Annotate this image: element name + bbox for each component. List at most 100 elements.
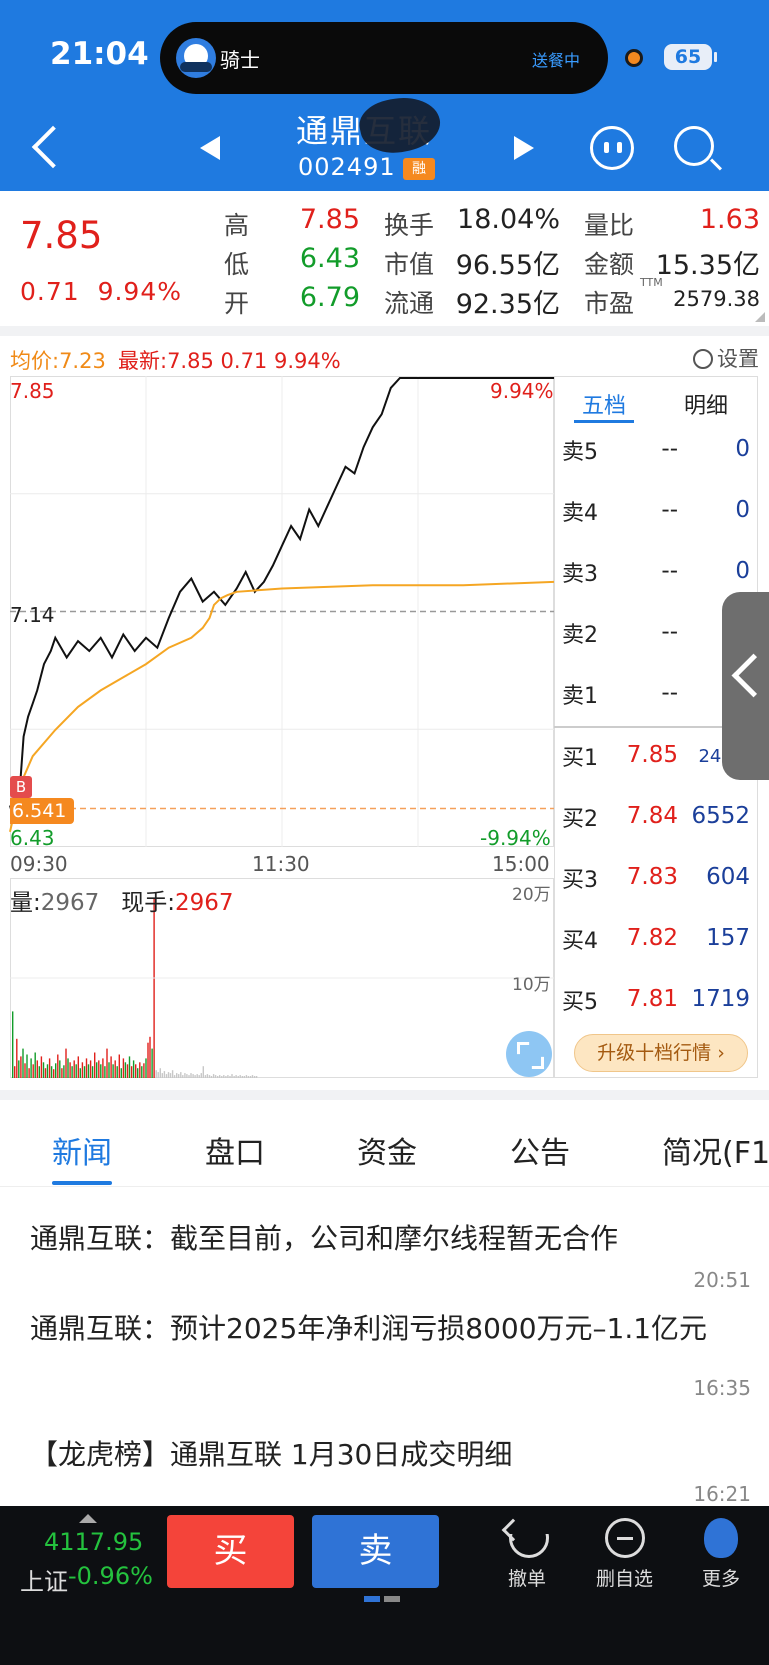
volume-bar <box>243 1076 245 1078</box>
high-label: 高 <box>224 211 250 240</box>
volume-bar <box>59 1060 61 1078</box>
tab-news[interactable]: 新闻 <box>52 1128 112 1172</box>
volume-bar <box>44 1068 47 1078</box>
buy-button[interactable]: 买 <box>167 1515 294 1588</box>
tab-announcements[interactable]: 公告 <box>510 1128 570 1172</box>
volume-bar <box>212 1074 215 1078</box>
bid-label: 买2 <box>562 807 598 832</box>
more-icon[interactable] <box>704 1518 738 1558</box>
volume-bar <box>61 1068 63 1078</box>
prev-stock-icon[interactable] <box>200 136 220 160</box>
ask-price: -- <box>661 497 678 523</box>
caret-up-icon[interactable] <box>79 1514 97 1523</box>
intraday-chart[interactable] <box>9 376 555 847</box>
volume-bar <box>63 1065 65 1078</box>
volume-bar <box>161 1073 163 1078</box>
volume-bar <box>73 1060 75 1078</box>
volume-bar <box>132 1060 135 1078</box>
upgrade-level10-button[interactable]: 升级十档行情 › <box>574 1034 748 1072</box>
tab-orderbook[interactable]: 盘口 <box>205 1128 265 1172</box>
volume-bar <box>87 1064 90 1078</box>
ask-price: -- <box>661 436 678 462</box>
bid-price: 7.84 <box>626 803 678 829</box>
volume-bar <box>210 1076 213 1078</box>
price-change: 0.71 9.94% <box>20 277 182 306</box>
open-label: 开 <box>224 289 250 318</box>
margin-badge: 融 <box>403 158 435 180</box>
volume-bar <box>182 1075 184 1078</box>
volume-bar <box>85 1058 88 1078</box>
remove-watchlist-label[interactable]: 删自选 <box>596 1564 653 1591</box>
tab-details[interactable]: 明细 <box>684 388 728 420</box>
divider <box>0 1090 769 1100</box>
undo-label[interactable]: 撤单 <box>508 1564 546 1591</box>
buy-marker[interactable]: B <box>10 776 32 798</box>
volume-bar <box>237 1076 239 1078</box>
volume-bar <box>128 1056 131 1078</box>
volume-bar <box>198 1075 200 1078</box>
side-drawer-handle[interactable] <box>722 592 769 780</box>
y-label-bottom: 6.43 <box>10 826 55 850</box>
search-icon[interactable] <box>674 126 714 166</box>
settings-label: 设置 <box>717 347 759 371</box>
volume-bar <box>22 1048 24 1078</box>
settings-button[interactable]: 设置 <box>693 343 759 373</box>
volume-bar <box>214 1075 217 1078</box>
volume-bar <box>188 1075 190 1078</box>
high-value: 7.85 <box>299 204 360 235</box>
volume-bar <box>36 1060 38 1078</box>
volume-scale-top: 20万 <box>512 885 551 905</box>
news-item-title[interactable]: 【龙虎榜】通鼎互联 1月30日成交明细 <box>30 1434 752 1476</box>
tab-f10[interactable]: 简况(F10 <box>662 1128 769 1172</box>
ask-label: 卖3 <box>562 562 598 587</box>
vol-ratio-value: 1.63 <box>699 204 760 235</box>
volume-bar <box>79 1068 81 1078</box>
amount-label: 金额 <box>584 250 635 279</box>
buy-price-tag: 6.541 <box>10 798 74 824</box>
volume-bar <box>40 1056 43 1078</box>
bid-price: 7.85 <box>626 742 678 768</box>
tab-funds[interactable]: 资金 <box>357 1128 417 1172</box>
assistant-icon[interactable] <box>590 126 634 170</box>
volume-header: 量:2967 现手:2967 <box>10 883 234 917</box>
volume-bar <box>50 1066 53 1078</box>
volume-bar <box>159 1068 161 1078</box>
expand-corner-icon[interactable] <box>755 312 765 322</box>
ask-label: 卖2 <box>562 623 598 648</box>
island-title: 骑士 <box>220 48 260 72</box>
volume-bar <box>139 1062 141 1078</box>
volume-bar <box>206 1074 209 1078</box>
volume-bar <box>34 1052 36 1078</box>
more-label[interactable]: 更多 <box>702 1564 740 1591</box>
ask-volume: 0 <box>735 497 750 523</box>
volume-bar <box>96 1062 98 1078</box>
stock-code: 002491 <box>298 153 396 181</box>
volume-bar <box>249 1076 252 1078</box>
next-stock-icon[interactable] <box>514 136 534 160</box>
remove-watchlist-icon[interactable] <box>605 1518 645 1558</box>
volume-bar <box>219 1075 221 1078</box>
dynamic-island[interactable]: 骑士 送餐中 <box>160 22 608 94</box>
volume-bar <box>137 1068 139 1078</box>
news-item-title[interactable]: 通鼎互联：预计2025年净利润亏损8000万元–1.1亿元 <box>30 1308 752 1350</box>
news-item-title[interactable]: 通鼎互联：截至目前，公司和摩尔线程暂无合作 <box>30 1218 752 1260</box>
mktcap-label: 市值 <box>384 250 435 279</box>
y-label-bottom-pct: -9.94% <box>480 826 551 850</box>
divider <box>0 1186 769 1187</box>
volume-bar <box>239 1075 241 1078</box>
bid-volume: 157 <box>706 925 750 951</box>
tab-underline <box>52 1181 112 1185</box>
news-item-time: 16:21 <box>693 1482 751 1506</box>
volume-bar <box>153 897 155 1078</box>
bid-label: 买3 <box>562 868 598 893</box>
index-value[interactable]: 4117.95 <box>44 1528 143 1556</box>
fullscreen-icon[interactable] <box>506 1031 552 1077</box>
tab-five-levels[interactable]: 五档 <box>582 388 626 420</box>
back-icon[interactable] <box>26 118 60 178</box>
pe-value: 2579.38 <box>673 287 760 311</box>
volume-bar <box>108 1062 110 1078</box>
volume-bar <box>169 1073 172 1078</box>
volume-bar <box>104 1066 106 1078</box>
sell-button[interactable]: 卖 <box>312 1515 439 1588</box>
volume-bar <box>245 1075 248 1078</box>
